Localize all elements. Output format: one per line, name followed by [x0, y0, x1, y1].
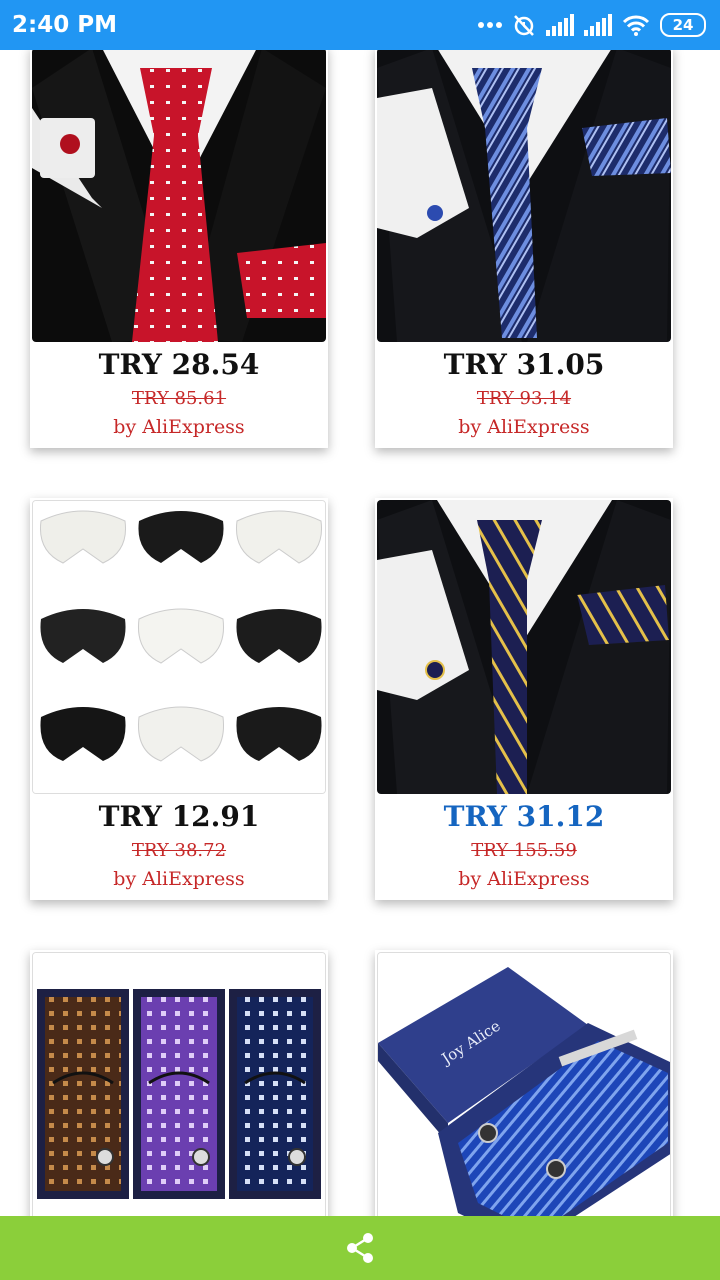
status-icons: 24: [478, 11, 706, 39]
product-seller: by AliExpress: [113, 416, 245, 438]
bottom-bar: [0, 1216, 720, 1280]
product-image[interactable]: [32, 500, 326, 794]
wifi-icon: [622, 15, 650, 36]
product-image[interactable]: [377, 500, 671, 794]
status-bar: 2:40 PM 24: [0, 0, 720, 50]
product-image[interactable]: Joy Alice: [377, 952, 671, 1216]
product-old-price: TRY 85.61: [131, 388, 227, 409]
alarm-off-icon: [514, 15, 534, 36]
more-dots-icon: [478, 22, 502, 28]
product-old-price: TRY 93.14: [476, 388, 572, 409]
product-grid: TRY 28.54 TRY 85.61 by AliExpress TRY 31…: [0, 50, 720, 1216]
product-old-price: TRY 38.72: [131, 840, 227, 861]
product-card[interactable]: TRY 31.05 TRY 93.14 by AliExpress: [375, 50, 673, 448]
product-image[interactable]: [377, 50, 671, 342]
product-image[interactable]: [32, 952, 326, 1216]
product-card[interactable]: TRY 12.91 TRY 38.72 by AliExpress: [30, 498, 328, 900]
status-time: 2:40 PM: [12, 12, 117, 38]
product-seller: by AliExpress: [458, 416, 590, 438]
product-card[interactable]: TRY 31.12 TRY 155.59 by AliExpress: [375, 498, 673, 900]
product-price: TRY 31.12: [443, 800, 605, 833]
product-seller: by AliExpress: [113, 868, 245, 890]
battery-indicator: 24: [660, 13, 706, 37]
product-old-price: TRY 155.59: [471, 840, 577, 861]
signal-icon: [546, 14, 574, 36]
share-icon[interactable]: [343, 1231, 377, 1265]
product-card[interactable]: TRY 28.54 TRY 85.61 by AliExpress: [30, 50, 328, 448]
product-price: TRY 12.91: [98, 800, 260, 833]
product-image[interactable]: [32, 50, 326, 342]
product-card[interactable]: Joy Alice: [375, 950, 673, 1216]
product-seller: by AliExpress: [458, 868, 590, 890]
product-price: TRY 28.54: [98, 348, 260, 381]
product-price: TRY 31.05: [443, 348, 605, 381]
signal-icon-2: [584, 14, 612, 36]
product-card[interactable]: [30, 950, 328, 1216]
